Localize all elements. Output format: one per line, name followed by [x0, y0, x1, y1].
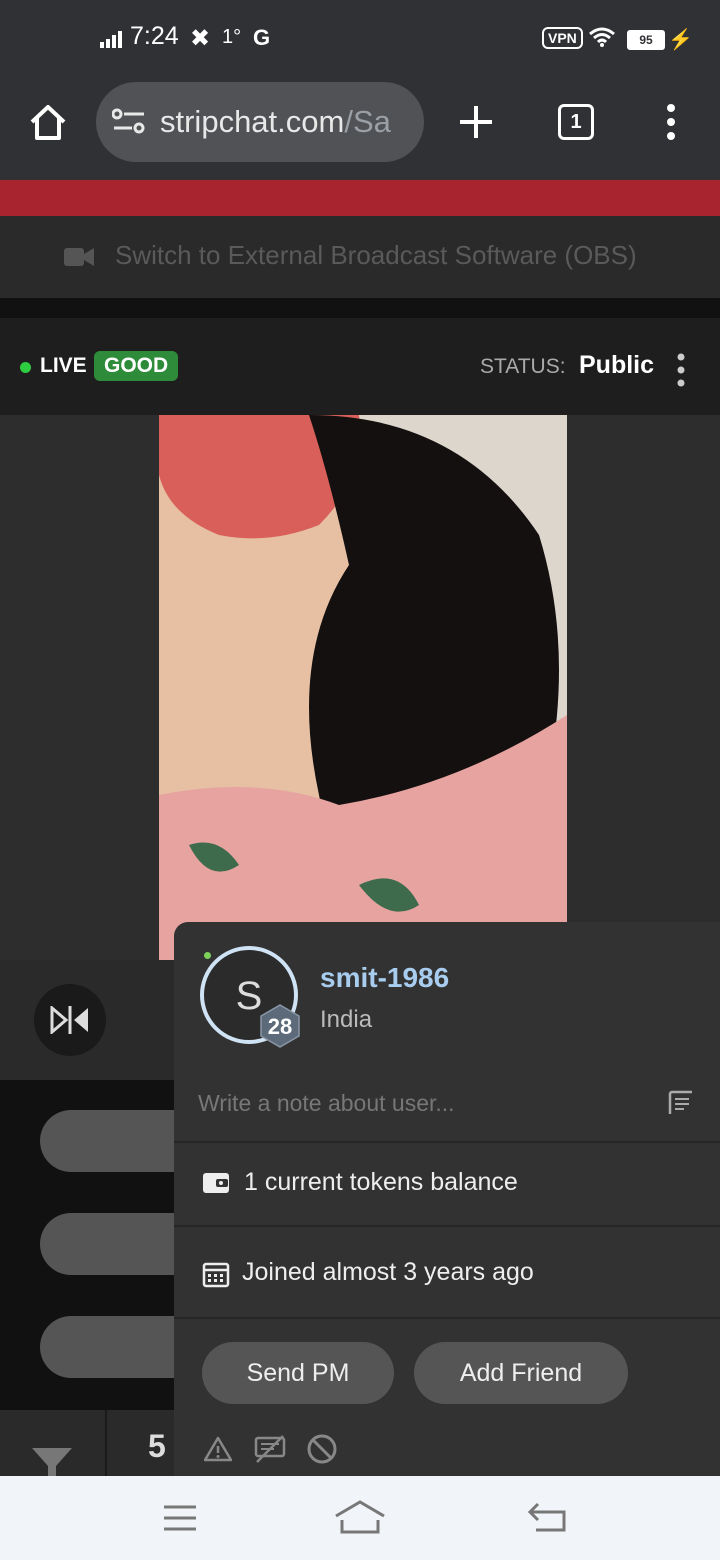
clock: 7:24: [130, 22, 179, 50]
menu-icon[interactable]: [162, 1504, 198, 1532]
charging-icon: ⚡: [668, 29, 693, 51]
video-stream[interactable]: [159, 415, 567, 960]
username[interactable]: smit-1986: [320, 962, 449, 994]
level-number: 28: [267, 1014, 293, 1039]
video-area: [0, 415, 720, 960]
mute-chat-icon[interactable]: [254, 1434, 286, 1464]
url-text[interactable]: stripchat.com/Sa: [160, 104, 410, 140]
signal-icon: [100, 31, 122, 48]
note-icon[interactable]: [668, 1090, 692, 1114]
camera-icon: [64, 248, 94, 266]
system-nav-bar: [0, 1476, 720, 1560]
online-indicator: [204, 952, 211, 959]
overflow-menu-icon[interactable]: [664, 102, 678, 142]
temperature: 1°: [222, 26, 242, 48]
calendar-icon: [202, 1262, 230, 1288]
network-type: G: [253, 25, 271, 50]
mirror-button[interactable]: [34, 984, 106, 1056]
divider: [105, 1410, 107, 1476]
vpn-badge: VPN: [542, 27, 583, 49]
send-pm-button[interactable]: Send PM: [202, 1342, 394, 1404]
obs-switch-label[interactable]: Switch to External Broadcast Software (O…: [115, 240, 637, 271]
status-label: STATUS:: [480, 355, 566, 378]
status-value[interactable]: Public: [579, 351, 654, 380]
video-frame-image: [159, 415, 567, 960]
joined-date: Joined almost 3 years ago: [242, 1258, 534, 1286]
wifi-icon: [589, 27, 615, 47]
divider: [174, 1317, 720, 1319]
browser-toolbar: stripchat.com/Sa 1: [0, 78, 720, 180]
fan-icon: ✖: [190, 25, 211, 52]
battery-icon: 95: [627, 30, 665, 50]
tokens-balance: 1 current tokens balance: [244, 1168, 518, 1196]
add-friend-button[interactable]: Add Friend: [414, 1342, 628, 1404]
viewer-count: 5: [148, 1428, 166, 1464]
note-input[interactable]: Write a note about user...: [198, 1090, 455, 1117]
mirror-icon: [50, 1006, 88, 1034]
divider: [0, 298, 720, 318]
tab-switcher-button[interactable]: 1: [558, 104, 594, 140]
report-warning-icon[interactable]: [204, 1436, 232, 1462]
back-nav-icon[interactable]: [528, 1502, 568, 1534]
home-nav-icon[interactable]: [334, 1500, 386, 1534]
address-bar[interactable]: stripchat.com/Sa: [96, 82, 424, 162]
live-status-bar: LIVE GOOD STATUS: Public: [0, 318, 720, 415]
status-bar: 7:24 ✖ 1° G VPN 95 ⚡: [0, 0, 720, 78]
level-badge: 28: [258, 1004, 302, 1048]
live-label: LIVE: [40, 354, 87, 377]
home-icon[interactable]: [28, 102, 68, 142]
user-info-popup: S 28 smit-1986 India Write a note about …: [174, 922, 720, 1476]
new-tab-icon[interactable]: [458, 104, 494, 140]
ban-icon[interactable]: [306, 1433, 338, 1465]
divider: [174, 1141, 720, 1143]
filter-icon[interactable]: [32, 1448, 72, 1476]
obs-switch-row[interactable]: Switch to External Broadcast Software (O…: [0, 216, 720, 298]
site-settings-icon[interactable]: [112, 108, 146, 136]
quality-badge: GOOD: [94, 351, 179, 381]
more-options-icon[interactable]: [674, 352, 688, 388]
live-dot: [20, 362, 31, 373]
banner-strip: [0, 180, 720, 216]
divider: [174, 1225, 720, 1227]
user-country: India: [320, 1006, 373, 1033]
wallet-icon: [203, 1173, 229, 1193]
